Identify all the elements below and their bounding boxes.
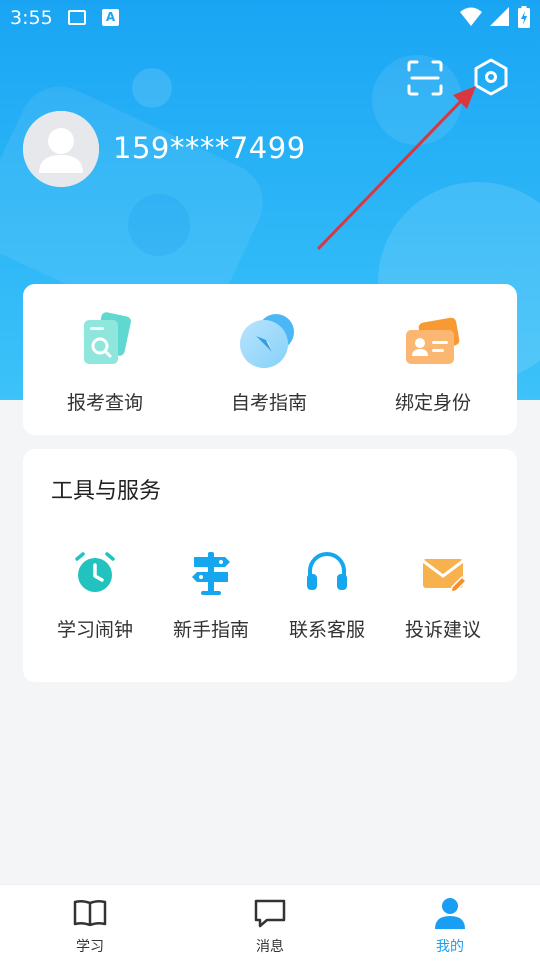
tool-item-contact-support[interactable]: 联系客服 xyxy=(269,549,385,642)
status-bar: 3:55 A xyxy=(0,0,540,36)
book-icon xyxy=(73,899,107,927)
quick-item-label: 自考指南 xyxy=(230,392,307,414)
signal-icon xyxy=(490,7,509,26)
a-icon: A xyxy=(102,9,119,26)
nav-tab-label: 我的 xyxy=(436,939,464,955)
tool-item-complaints-suggestions[interactable]: 投诉建议 xyxy=(385,549,501,642)
user-icon xyxy=(435,898,465,929)
mail-edit-icon xyxy=(422,559,468,593)
nav-tab-messages[interactable]: 消息 xyxy=(220,897,320,956)
tool-item-label: 新手指南 xyxy=(172,619,249,641)
avatar[interactable] xyxy=(23,111,99,187)
user-phone-number[interactable]: 159****7499 xyxy=(113,131,306,165)
nav-tab-label: 学习 xyxy=(76,939,104,955)
id-card-icon xyxy=(406,317,460,364)
tool-item-label: 学习闹钟 xyxy=(56,619,133,641)
settings-hexagon-icon xyxy=(474,58,508,96)
document-search-icon xyxy=(84,312,131,364)
quick-item-label: 报考查询 xyxy=(66,392,143,414)
scan-button[interactable] xyxy=(405,58,445,98)
quick-item-self-study-guide[interactable]: 自考指南 xyxy=(189,308,349,415)
quick-item-bind-identity[interactable]: 绑定身份 xyxy=(353,308,513,415)
battery-charging-icon xyxy=(518,6,530,28)
wifi-icon xyxy=(460,7,482,26)
bottom-navigation: 学习 消息 我的 xyxy=(0,884,540,961)
section-title: 工具与服务 xyxy=(51,479,162,504)
tool-item-label: 联系客服 xyxy=(288,619,365,641)
tool-item-study-alarm[interactable]: 学习闹钟 xyxy=(37,549,153,642)
tool-item-label: 投诉建议 xyxy=(404,619,481,641)
header-decoration xyxy=(128,194,190,256)
nav-tab-mine[interactable]: 我的 xyxy=(400,897,500,956)
headset-icon xyxy=(307,552,347,590)
signpost-icon xyxy=(192,552,230,595)
tools-services-card: 工具与服务 学习闹钟 新手指南 联系客服 投诉建议 xyxy=(23,449,517,682)
settings-button[interactable] xyxy=(471,57,511,97)
quick-item-exam-query[interactable]: 报考查询 xyxy=(25,308,185,415)
message-icon xyxy=(254,899,286,928)
quick-item-label: 绑定身份 xyxy=(394,392,471,414)
status-time: 3:55 xyxy=(10,7,53,29)
header-decoration xyxy=(132,68,172,108)
nav-tab-label: 消息 xyxy=(256,939,284,955)
quick-actions-card: 报考查询 自考指南 绑定身份 xyxy=(23,284,517,435)
tool-item-beginner-guide[interactable]: 新手指南 xyxy=(153,549,269,642)
status-icons xyxy=(460,6,530,28)
compass-icon xyxy=(240,314,294,368)
scan-icon xyxy=(407,60,443,96)
alarm-clock-icon xyxy=(75,552,115,592)
nav-tab-study[interactable]: 学习 xyxy=(40,897,140,956)
image-icon xyxy=(68,10,86,25)
default-avatar-icon xyxy=(23,111,99,187)
